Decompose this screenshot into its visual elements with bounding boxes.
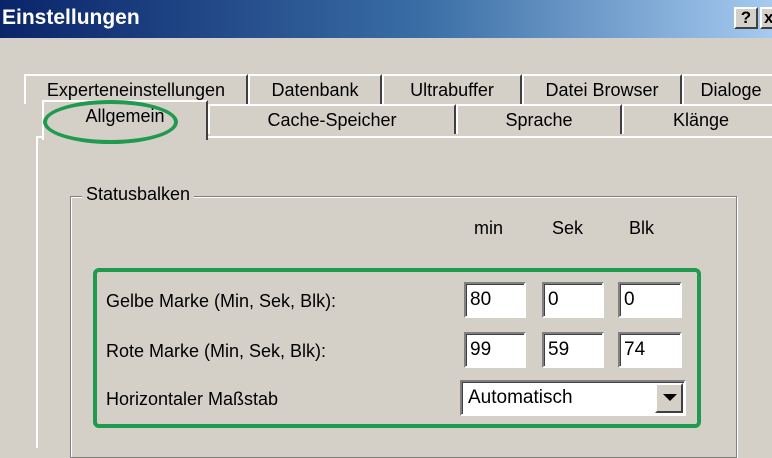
horizontal-scale-value: Automatisch <box>468 387 573 408</box>
window-title: Einstellungen <box>2 6 140 29</box>
red-marker-min-input[interactable]: 99 <box>464 332 526 368</box>
yellow-marker-blk-input[interactable]: 0 <box>618 282 682 318</box>
tab-cache-speicher[interactable]: Cache-Speicher <box>208 104 456 134</box>
horizontal-scale-label: Horizontaler Maßstab <box>106 389 279 409</box>
dropdown-button[interactable] <box>655 383 683 413</box>
title-bar: Einstellungen ? x <box>0 0 772 38</box>
close-button[interactable]: x <box>760 7 772 29</box>
dropdown-arrow-icon <box>663 394 677 401</box>
tab-allgemein[interactable]: Allgemein <box>42 100 208 140</box>
tab-allgemein-label: Allgemein <box>85 106 165 126</box>
column-header-sek: Sek <box>552 218 584 238</box>
red-marker-label: Rote Marke (Min, Sek, Blk): <box>106 341 327 361</box>
tab-ultrabuffer[interactable]: Ultrabuffer <box>382 74 522 104</box>
tab-datenbank[interactable]: Datenbank <box>248 74 382 104</box>
tab-datei-browser[interactable]: Datei Browser <box>522 74 682 104</box>
help-button[interactable]: ? <box>734 7 758 29</box>
column-header-min: min <box>474 218 504 238</box>
statusbar-group-label: Statusbalken <box>82 184 195 205</box>
tab-klaenge[interactable]: Klänge <box>622 104 772 134</box>
column-header-blk: Blk <box>629 218 655 238</box>
tab-sprache[interactable]: Sprache <box>456 104 622 134</box>
yellow-marker-min-input[interactable]: 80 <box>464 282 526 318</box>
yellow-marker-sek-input[interactable]: 0 <box>542 282 604 318</box>
horizontal-scale-select[interactable]: Automatisch <box>460 380 686 416</box>
tab-dialoge[interactable]: Dialoge <box>682 74 772 104</box>
yellow-marker-label: Gelbe Marke (Min, Sek, Blk): <box>106 291 337 311</box>
red-marker-sek-input[interactable]: 59 <box>542 332 604 368</box>
red-marker-blk-input[interactable]: 74 <box>618 332 682 368</box>
